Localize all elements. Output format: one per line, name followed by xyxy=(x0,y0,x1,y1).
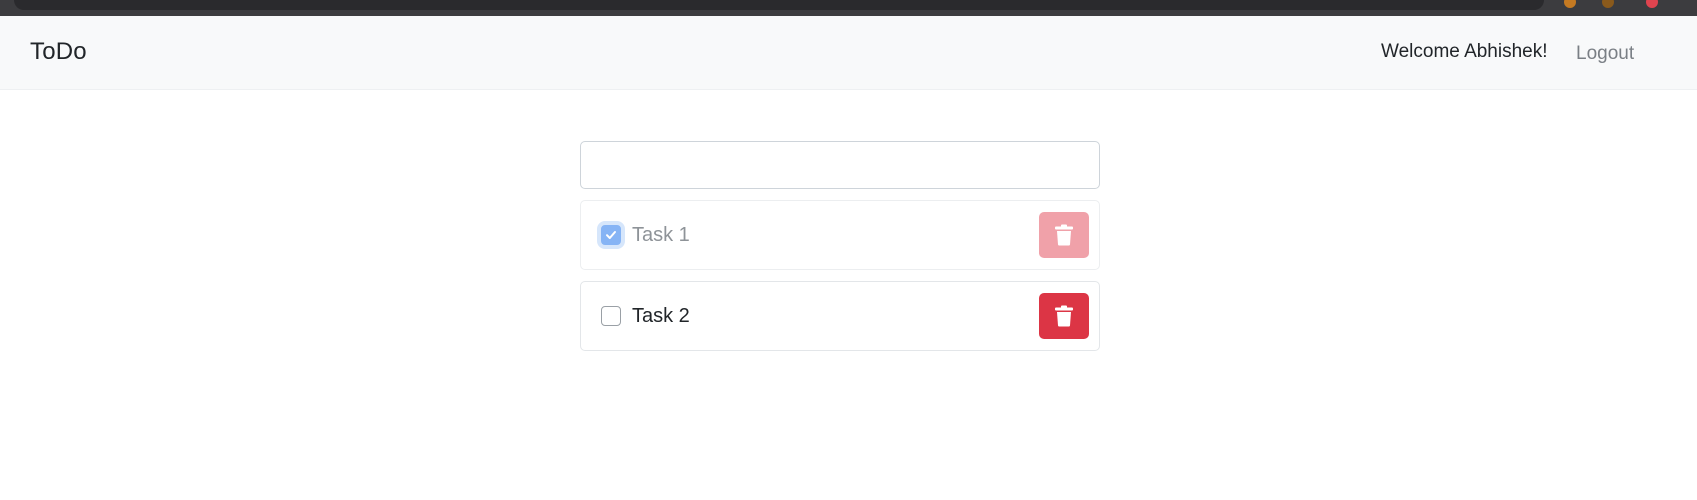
todo-container: Task 1 Task 2 xyxy=(580,141,1100,351)
task-complete-checkbox[interactable] xyxy=(601,306,621,326)
delete-task-button[interactable] xyxy=(1039,212,1089,258)
task-item: Task 2 xyxy=(580,281,1100,351)
browser-toolbar xyxy=(0,0,1697,16)
check-icon xyxy=(606,231,616,239)
welcome-message: Welcome Abhishek! xyxy=(1381,41,1548,62)
address-bar[interactable] xyxy=(14,0,1544,10)
top-navbar: ToDo Welcome Abhishek! Logout xyxy=(0,16,1697,90)
task-complete-checkbox[interactable] xyxy=(601,225,621,245)
logout-link[interactable]: Logout xyxy=(1576,43,1634,65)
task-label: Task 2 xyxy=(632,305,690,327)
extension-icon[interactable] xyxy=(1602,0,1614,8)
profile-icon[interactable] xyxy=(1646,0,1658,8)
task-item: Task 1 xyxy=(580,200,1100,270)
new-task-input[interactable] xyxy=(580,141,1100,189)
delete-task-button[interactable] xyxy=(1039,293,1089,339)
trash-icon xyxy=(1055,305,1073,327)
brand-title[interactable]: ToDo xyxy=(30,38,87,66)
task-label: Task 1 xyxy=(632,224,690,246)
extension-icon[interactable] xyxy=(1564,0,1576,8)
trash-icon xyxy=(1055,224,1073,246)
